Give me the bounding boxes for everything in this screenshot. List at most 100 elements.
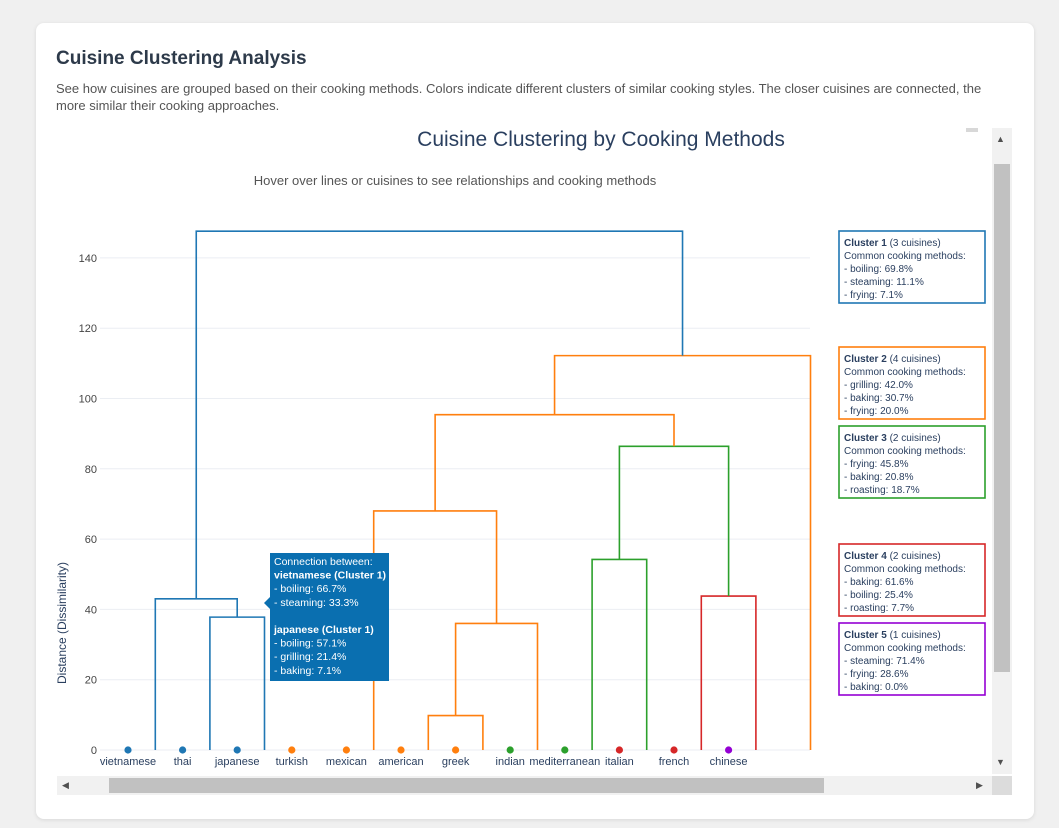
tooltip-line: Connection between:: [274, 556, 373, 568]
y-tick-label: 20: [85, 675, 97, 687]
leaf-point[interactable]: [615, 746, 624, 754]
leaf-point[interactable]: [124, 746, 132, 754]
cluster-method: - steaming: 11.1%: [844, 277, 924, 288]
x-tick-label: vietnamese: [100, 756, 156, 768]
x-tick-label: turkish: [276, 756, 308, 768]
chart-title: Cuisine Clustering by Cooking Methods: [417, 128, 785, 151]
y-tick-label: 120: [79, 323, 97, 335]
vertical-scrollbar[interactable]: ▲ ▼: [992, 128, 1012, 774]
tooltip-line: - baking: 7.1%: [274, 665, 341, 677]
cluster-method: - steaming: 71.4%: [844, 656, 925, 667]
cluster-method: - roasting: 18.7%: [844, 485, 920, 496]
cluster-title-line: Cluster 4 (2 cuisines): [844, 551, 941, 562]
leaf-point[interactable]: [670, 746, 678, 754]
cluster-method: - baking: 61.6%: [844, 577, 914, 588]
cluster-method: - frying: 20.0%: [844, 406, 909, 417]
dendrogram-link[interactable]: [434, 413, 675, 511]
cluster-count: (1 cuisines): [887, 630, 941, 641]
page-title: Cuisine Clustering Analysis: [56, 48, 307, 69]
cluster-heading: Common cooking methods:: [844, 643, 966, 654]
cluster-heading: Common cooking methods:: [844, 564, 966, 575]
dendrogram-link[interactable]: [154, 598, 238, 750]
dendrogram-link[interactable]: [591, 558, 648, 750]
dendrogram-link[interactable]: [209, 616, 266, 750]
cluster-method: - baking: 30.7%: [844, 393, 914, 404]
cluster-count: (4 cuisines): [887, 354, 941, 365]
leaf-point[interactable]: [342, 746, 350, 754]
y-tick-label: 40: [85, 604, 97, 616]
cluster-method: - grilling: 42.0%: [844, 380, 913, 391]
cluster-annotations: Cluster 1 (3 cuisines) Common cooking met…: [838, 230, 986, 696]
cluster-heading: Common cooking methods:: [844, 251, 966, 262]
leaf-point[interactable]: [233, 746, 241, 754]
x-tick-label: french: [659, 756, 690, 768]
cluster-title-line: Cluster 3 (2 cuisines): [844, 433, 941, 444]
scroll-right-icon[interactable]: ▶: [976, 780, 983, 790]
dendrogram-link[interactable]: [700, 595, 757, 750]
cluster-title: Cluster 1: [844, 238, 887, 249]
dendrogram-link[interactable]: [427, 714, 484, 750]
leaf-point[interactable]: [452, 746, 460, 754]
tooltip-line: - boiling: 66.7%: [274, 583, 346, 595]
cluster-box: Cluster 3 (2 cuisines) Common cooking met…: [838, 425, 986, 499]
leaf-point[interactable]: [397, 746, 405, 754]
tooltip-line: - grilling: 21.4%: [274, 651, 346, 663]
cluster-method: - frying: 28.6%: [844, 669, 909, 680]
cluster-method: - roasting: 7.7%: [844, 603, 914, 614]
cluster-title: Cluster 4: [844, 551, 887, 562]
chart-subtitle: Hover over lines or cuisines to see rela…: [254, 173, 657, 188]
cluster-method: - boiling: 69.8%: [844, 264, 913, 275]
dendrogram-links[interactable]: [154, 230, 812, 750]
leaf-point[interactable]: [725, 746, 733, 754]
cluster-box: Cluster 4 (2 cuisines) Common cooking met…: [838, 543, 986, 617]
cluster-method: - frying: 7.1%: [844, 290, 903, 301]
cluster-heading: Common cooking methods:: [844, 446, 966, 457]
cluster-title-line: Cluster 1 (3 cuisines): [844, 238, 941, 249]
tooltip-line: - steaming: 33.3%: [274, 597, 359, 609]
scroll-corner: [992, 776, 1012, 795]
x-tick-label: indian: [496, 756, 525, 768]
cluster-method: - frying: 45.8%: [844, 459, 909, 470]
cluster-title-line: Cluster 2 (4 cuisines): [844, 354, 941, 365]
cluster-title: Cluster 3: [844, 433, 887, 444]
x-tick-label: mediterranean: [529, 756, 600, 768]
cluster-title: Cluster 2: [844, 354, 887, 365]
y-tick-label: 140: [79, 253, 97, 265]
tooltip-line: japanese (Cluster 1): [273, 624, 374, 636]
x-tick-label: thai: [174, 756, 192, 768]
cluster-count: (2 cuisines): [887, 433, 941, 444]
cluster-method: - baking: 20.8%: [844, 472, 914, 483]
cluster-box: Cluster 2 (4 cuisines) Common cooking met…: [838, 346, 986, 420]
x-tick-label: chinese: [710, 756, 748, 768]
horizontal-scroll-thumb[interactable]: [109, 778, 824, 793]
y-tick-label: 100: [79, 394, 97, 406]
scroll-up-icon[interactable]: ▲: [996, 134, 1005, 144]
chart-container: 0 20 40 60 80 100 120 140 vietnamese thai japanese…: [57, 128, 1012, 796]
modebar-icon[interactable]: [966, 128, 978, 132]
y-tick-label: 80: [85, 464, 97, 476]
leaf-point[interactable]: [288, 746, 296, 754]
leaf-point[interactable]: [506, 746, 514, 754]
leaf-point[interactable]: [561, 746, 569, 754]
scroll-down-icon[interactable]: ▼: [996, 757, 1005, 767]
cluster-heading: Common cooking methods:: [844, 367, 966, 378]
page-description: See how cuisines are grouped based on th…: [56, 81, 982, 113]
y-tick-label: 60: [85, 534, 97, 546]
cluster-box: Cluster 5 (1 cuisines) Common cooking met…: [838, 622, 986, 696]
leaf-point[interactable]: [179, 746, 187, 754]
cluster-title: Cluster 5: [844, 630, 887, 641]
dendrogram-link[interactable]: [454, 622, 539, 750]
cluster-count: (2 cuisines): [887, 551, 941, 562]
cluster-box: Cluster 1 (3 cuisines) Common cooking met…: [838, 230, 986, 304]
x-tick-label: italian: [605, 756, 634, 768]
cluster-method: - baking: 0.0%: [844, 682, 908, 693]
dendrogram-link[interactable]: [372, 510, 498, 750]
cluster-title-line: Cluster 5 (1 cuisines): [844, 630, 941, 641]
scroll-left-icon[interactable]: ◀: [62, 780, 69, 790]
y-tick-label: 0: [91, 745, 97, 757]
dendrogram-chart[interactable]: 0 20 40 60 80 100 120 140 vietnamese thai japanese…: [57, 128, 992, 776]
x-tick-label: mexican: [326, 756, 367, 768]
vertical-scroll-thumb[interactable]: [994, 164, 1010, 672]
tooltip-line: - boiling: 57.1%: [274, 638, 346, 650]
horizontal-scrollbar[interactable]: ◀ ▶: [57, 776, 992, 795]
